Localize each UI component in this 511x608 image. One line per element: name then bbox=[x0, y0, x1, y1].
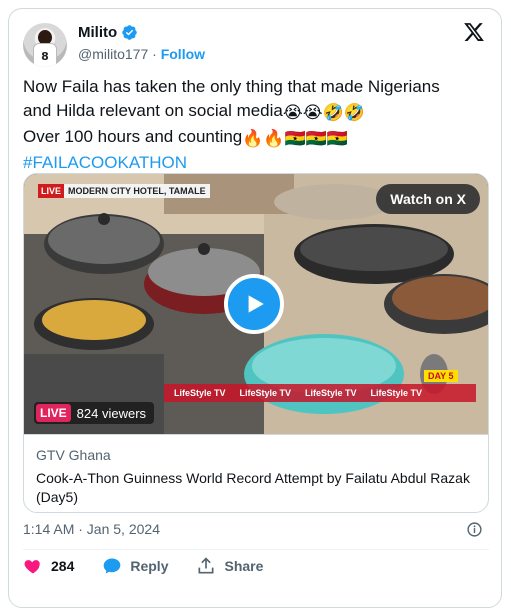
tweet-timestamp[interactable]: 1:14 AM · Jan 5, 2024 bbox=[23, 521, 160, 537]
avatar[interactable]: 8 bbox=[23, 23, 67, 67]
tweet-line-3: Over 100 hours and counting🔥🔥🇬🇭🇬🇭🇬🇭 bbox=[23, 125, 493, 151]
emoji-group-2: 🔥🔥🇬🇭🇬🇭🇬🇭 bbox=[242, 129, 349, 148]
tweet-line-2-text: and Hilda relevant on social media bbox=[23, 101, 283, 120]
broadcast-banner: LIVE MODERN CITY HOTEL, TAMALE bbox=[38, 184, 210, 198]
follow-button[interactable]: Follow bbox=[161, 46, 205, 62]
ticker-item: LifeStyle TV bbox=[174, 388, 226, 398]
share-label: Share bbox=[224, 558, 264, 574]
separator-dot: · bbox=[152, 46, 157, 62]
author-name[interactable]: Milito bbox=[78, 24, 117, 41]
avatar-jersey: 8 bbox=[33, 43, 57, 67]
play-icon bbox=[248, 295, 264, 313]
live-viewers-badge: LIVE 824 viewers bbox=[34, 402, 155, 424]
hashtag-link[interactable]: #FAILACOOKATHON bbox=[23, 151, 493, 175]
action-bar: 284 Reply Share bbox=[23, 556, 263, 576]
video-player[interactable]: LIVE MODERN CITY HOTEL, TAMALE Watch on … bbox=[24, 174, 488, 434]
handle-row: @milito177 · Follow bbox=[78, 46, 205, 62]
play-button[interactable] bbox=[224, 274, 284, 334]
link-title: Cook-A-Thon Guinness World Record Attemp… bbox=[36, 470, 470, 505]
live-tag: LIVE bbox=[36, 404, 71, 422]
watch-on-x-button[interactable]: Watch on X bbox=[376, 184, 480, 214]
tweet-line-1: Now Faila has taken the only thing that … bbox=[23, 77, 440, 96]
tweet-line-2: and Hilda relevant on social media😭😭🤣🤣 bbox=[23, 99, 493, 125]
ticker-item: LifeStyle TV bbox=[305, 388, 357, 398]
author-name-row[interactable]: Milito bbox=[78, 24, 138, 41]
reply-label: Reply bbox=[130, 558, 169, 574]
viewer-count: 824 viewers bbox=[76, 405, 147, 421]
link-preview-meta[interactable]: GTV Ghana Cook-A-Thon Guinness World Rec… bbox=[24, 434, 488, 512]
broadcast-location: MODERN CITY HOTEL, TAMALE bbox=[64, 184, 210, 198]
verified-badge-icon bbox=[122, 25, 137, 40]
broadcast-live-tag: LIVE bbox=[38, 184, 65, 198]
author-handle[interactable]: @milito177 bbox=[78, 46, 148, 62]
divider bbox=[23, 549, 489, 550]
reply-icon bbox=[104, 558, 121, 574]
day-badge: DAY 5 bbox=[424, 370, 458, 382]
tweet-card: 8 Milito @milito177 · Follow Now Faila h… bbox=[8, 8, 502, 608]
reply-button[interactable]: Reply bbox=[102, 556, 168, 576]
like-count: 284 bbox=[51, 558, 75, 574]
x-logo-icon[interactable] bbox=[463, 21, 485, 43]
link-source: GTV Ghana bbox=[36, 447, 111, 463]
info-icon[interactable] bbox=[466, 521, 483, 538]
ticker-item: LifeStyle TV bbox=[370, 388, 423, 398]
like-button[interactable]: 284 bbox=[23, 556, 74, 576]
emoji-group-1: 😭😭🤣🤣 bbox=[282, 103, 365, 122]
broadcast-ticker: LifeStyle TV LifeStyle TV LifeStyle TV L… bbox=[164, 384, 476, 402]
heart-icon bbox=[24, 560, 40, 574]
tweet-text: Now Faila has taken the only thing that … bbox=[23, 75, 493, 175]
share-button[interactable]: Share bbox=[196, 556, 263, 576]
tweet-line-3-text: Over 100 hours and counting bbox=[23, 127, 243, 146]
ticker-item: LifeStyle TV bbox=[239, 388, 292, 398]
share-icon bbox=[198, 557, 214, 574]
media-card[interactable]: LIVE MODERN CITY HOTEL, TAMALE Watch on … bbox=[23, 173, 489, 513]
